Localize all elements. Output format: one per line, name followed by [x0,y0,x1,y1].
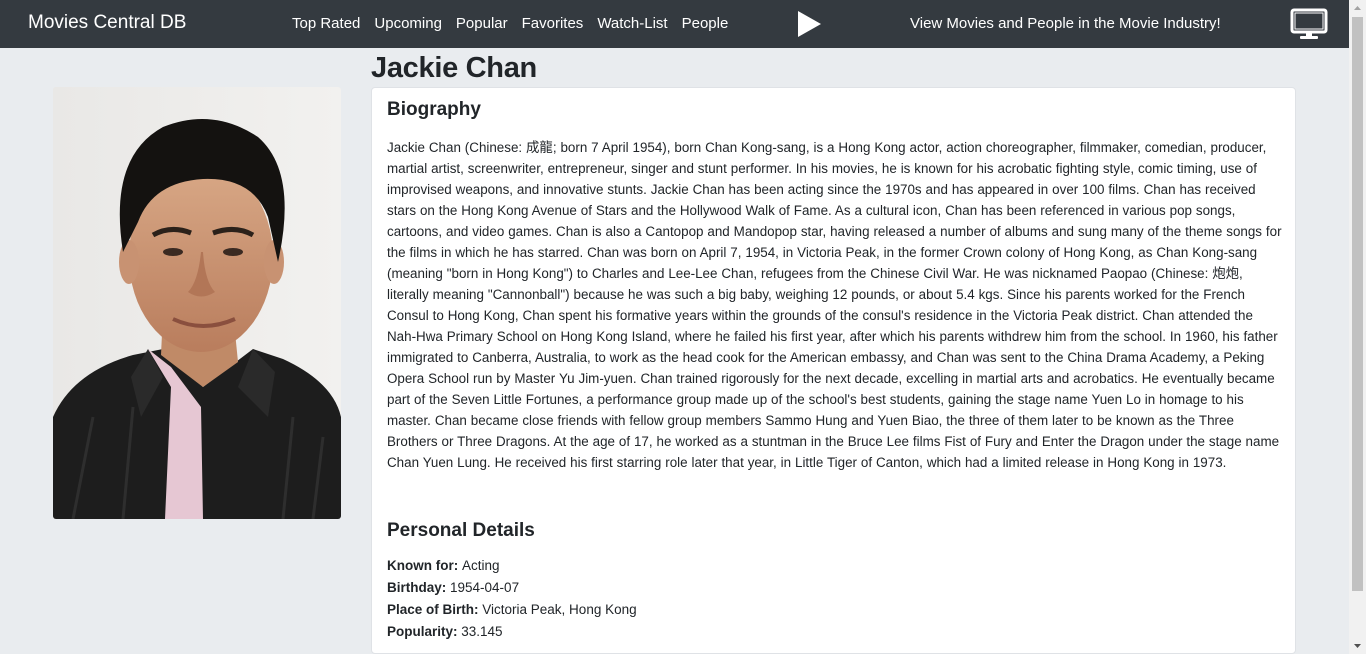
scroll-down-arrow-icon[interactable] [1349,637,1366,654]
tv-icon[interactable] [1290,8,1328,40]
known-for-row: Known for: Acting [387,555,637,577]
scroll-up-arrow-icon[interactable] [1349,0,1366,17]
top-navbar: Movies Central DB Top Rated Upcoming Pop… [0,0,1349,48]
nav-link-watch-list[interactable]: Watch-List [597,15,667,32]
birthday-row: Birthday: 1954-04-07 [387,577,637,599]
known-for-label: Known for: [387,558,462,573]
popularity-label: Popularity: [387,624,462,639]
nav-link-top-rated[interactable]: Top Rated [292,15,360,32]
place-of-birth-row: Place of Birth: Victoria Peak, Hong Kong [387,599,637,621]
birthday-value: 1954-04-07 [450,580,520,595]
nav-link-favorites[interactable]: Favorites [522,15,584,32]
biography-text: Jackie Chan (Chinese: 成龍; born 7 April 1… [387,140,1282,470]
nav-link-popular[interactable]: Popular [456,15,508,32]
navbar-tagline: View Movies and People in the Movie Indu… [910,15,1221,32]
person-name: Jackie Chan [371,52,537,84]
place-of-birth-value: Victoria Peak, Hong Kong [482,602,637,617]
person-details-card: Biography Jackie Chan (Chinese: 成龍; born… [371,87,1296,654]
biography-heading: Biography [387,99,481,120]
popularity-value: 33.145 [461,624,503,639]
nav-links: Top Rated Upcoming Popular Favorites Wat… [292,15,742,32]
birthday-label: Birthday: [387,580,451,595]
nav-link-people[interactable]: People [682,15,729,32]
profile-photo [53,87,341,519]
place-of-birth-label: Place of Birth: [387,602,483,617]
scrollbar-thumb[interactable] [1352,17,1363,591]
play-icon[interactable] [796,10,822,38]
personal-details-list: Known for: Acting Birthday: 1954-04-07 P… [387,555,637,643]
personal-details-heading: Personal Details [387,520,535,541]
known-for-value: Acting [461,558,500,573]
page-scrollbar[interactable] [1349,0,1366,654]
brand-link[interactable]: Movies Central DB [28,12,186,34]
popularity-row: Popularity: 33.145 [387,621,637,643]
nav-link-upcoming[interactable]: Upcoming [374,15,442,32]
